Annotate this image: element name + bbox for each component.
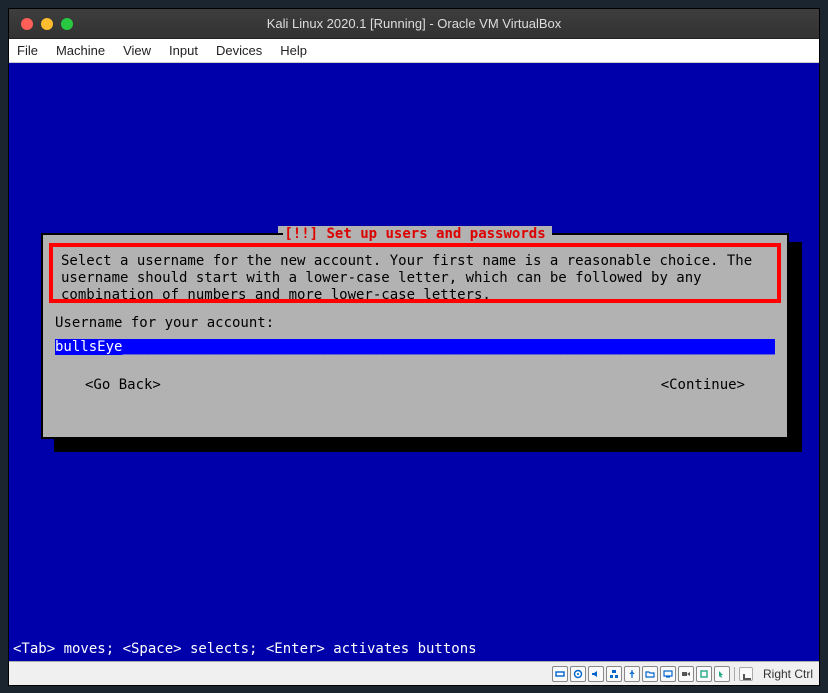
mouse-integration-icon[interactable] xyxy=(714,666,730,682)
titlebar[interactable]: Kali Linux 2020.1 [Running] - Oracle VM … xyxy=(9,9,819,39)
menu-help[interactable]: Help xyxy=(280,43,307,58)
audio-icon[interactable] xyxy=(588,666,604,682)
menubar: File Machine View Input Devices Help xyxy=(9,39,819,63)
disc-icon[interactable] xyxy=(570,666,586,682)
network-icon[interactable] xyxy=(606,666,622,682)
continue-button[interactable]: <Continue> xyxy=(661,377,745,393)
username-input[interactable]: bullsEye _______________________________… xyxy=(55,339,775,355)
zoom-window-button[interactable] xyxy=(61,18,73,30)
hostkey-label: Right Ctrl xyxy=(763,667,813,681)
go-back-button[interactable]: <Go Back> xyxy=(85,377,161,393)
display-icon[interactable] xyxy=(660,666,676,682)
virtualbox-window: Kali Linux 2020.1 [Running] - Oracle VM … xyxy=(8,8,820,686)
menu-machine[interactable]: Machine xyxy=(56,43,105,58)
window-controls xyxy=(9,18,73,30)
cpu-icon[interactable] xyxy=(696,666,712,682)
dialog-body-text: Select a username for the new account. Y… xyxy=(61,253,752,303)
menu-view[interactable]: View xyxy=(123,43,151,58)
menu-file[interactable]: File xyxy=(17,43,38,58)
record-icon[interactable] xyxy=(678,666,694,682)
dialog-title: [!!] Set up users and passwords xyxy=(278,226,551,242)
minimize-window-button[interactable] xyxy=(41,18,53,30)
menu-devices[interactable]: Devices xyxy=(216,43,262,58)
statusbar: Right Ctrl xyxy=(9,661,819,685)
username-value: bullsEye xyxy=(55,339,122,355)
window-title: Kali Linux 2020.1 [Running] - Oracle VM … xyxy=(9,16,819,31)
menu-input[interactable]: Input xyxy=(169,43,198,58)
usb-icon[interactable] xyxy=(624,666,640,682)
installer-dialog: [!!] Set up users and passwords Select a… xyxy=(41,233,789,439)
username-label: Username for your account: xyxy=(55,315,274,331)
instruction-highlight: Select a username for the new account. Y… xyxy=(49,243,781,303)
hostkey-icon xyxy=(739,667,753,681)
hdd-icon[interactable] xyxy=(552,666,568,682)
close-window-button[interactable] xyxy=(21,18,33,30)
key-hints: <Tab> moves; <Space> selects; <Enter> ac… xyxy=(13,641,477,657)
shared-folder-icon[interactable] xyxy=(642,666,658,682)
guest-screen[interactable]: [!!] Set up users and passwords Select a… xyxy=(9,63,819,661)
input-underline: ________________________________________… xyxy=(122,339,775,355)
statusbar-separator xyxy=(734,667,735,681)
